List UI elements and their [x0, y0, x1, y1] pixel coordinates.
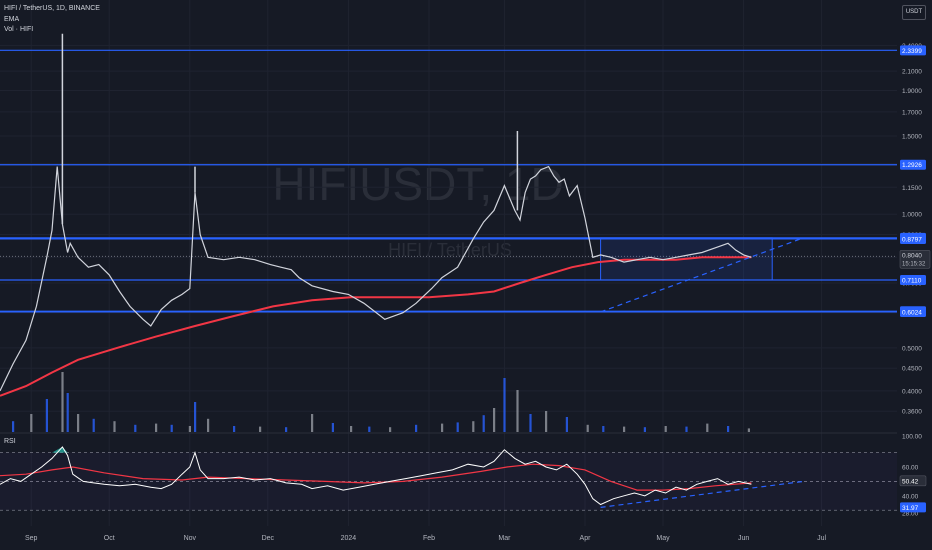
volume-bar: [170, 424, 173, 432]
volume-bar: [747, 428, 750, 432]
main-pane[interactable]: HIFIUSDT, 1D HIFI / TetherUS: [0, 0, 897, 526]
time-axis[interactable]: Sep Oct Nov Dec 2024 Feb Mar Apr May Jun Jul: [25, 535, 827, 542]
volume-bar: [602, 426, 605, 432]
time-tick-label: Nov: [184, 535, 197, 542]
price-series: [0, 33, 752, 392]
rsi-tick-label: 60.00: [902, 465, 919, 472]
volume-bar: [623, 426, 626, 432]
symbol-line[interactable]: HIFI / TetherUS, 1D, BINANCE: [4, 5, 100, 12]
volume-bar: [12, 421, 15, 432]
time-tick-label: Oct: [104, 535, 115, 542]
volume-bar: [706, 423, 709, 432]
level-price-tag-text: 2.3399: [902, 48, 922, 55]
level-price-tag-text: 0.6024: [902, 309, 922, 316]
volume-bar: [61, 372, 64, 432]
price-tick-label: 1.0000: [902, 212, 922, 219]
volume-bar: [472, 421, 475, 432]
watermark: HIFIUSDT, 1D HIFI / TetherUS: [272, 158, 563, 260]
volume-bar: [155, 423, 158, 432]
volume-bar: [456, 422, 459, 432]
rsi-levels: [0, 452, 897, 511]
volume-bar: [92, 418, 95, 432]
level-price-tag-text: 0.8797: [902, 236, 922, 243]
volume-bar: [516, 390, 519, 432]
volume-bar: [441, 423, 444, 432]
time-tick-label: 2024: [341, 535, 357, 542]
rsi-low-text: 31.97: [902, 505, 919, 512]
volume-bar: [529, 414, 532, 432]
price-tick-label: 0.4500: [902, 366, 922, 373]
rsi-overbought-fill: [52, 446, 68, 453]
volume-bar: [685, 426, 688, 432]
price-tick-label: 1.5000: [902, 134, 922, 141]
level-price-tag-text: 1.2926: [902, 162, 922, 169]
level-price-tag-text: 0.7110: [902, 278, 922, 285]
volume-bar: [134, 424, 137, 432]
volume-bar: [389, 427, 392, 432]
rsi-current-text: 50.42: [902, 478, 919, 485]
rsi-tick-label: 40.00: [902, 493, 919, 500]
time-tick-label: Jun: [738, 535, 749, 542]
rsi-tick-label: 100.00: [902, 434, 922, 441]
volume-series: [12, 372, 750, 432]
volume-bar: [664, 426, 667, 432]
watermark-ticker: HIFIUSDT, 1D: [272, 158, 563, 210]
volume-bar: [194, 402, 197, 432]
volume-bar: [207, 418, 210, 432]
price-tick-label: 0.5000: [902, 345, 922, 352]
volume-bar: [350, 426, 353, 432]
price-tick-label: 0.3600: [902, 409, 922, 416]
time-tick-label: Jul: [817, 535, 826, 542]
chart-stage[interactable]: HIFIUSDT, 1D HIFI / TetherUS 2.40002.100…: [0, 0, 932, 550]
volume-bar: [188, 426, 191, 432]
volume-bar: [285, 427, 288, 432]
time-tick-label: Mar: [498, 535, 511, 542]
price-tick-label: 1.7000: [902, 109, 922, 116]
volume-bar: [643, 427, 646, 432]
time-tick-label: May: [656, 535, 670, 542]
volume-bar: [45, 399, 48, 432]
volume-bar: [113, 421, 116, 432]
volume-bar: [311, 414, 314, 432]
volume-bar: [77, 414, 80, 432]
rsi-pane[interactable]: [0, 446, 897, 511]
volume-indicator-label[interactable]: Vol · HIFI: [4, 26, 33, 33]
price-tick-label: 2.1000: [902, 69, 922, 76]
volume-bar: [503, 378, 506, 432]
volume-bar: [233, 426, 236, 432]
time-tick-label: Dec: [262, 535, 275, 542]
currency-button[interactable]: USDT: [902, 5, 926, 20]
ema-indicator-label[interactable]: EMA: [4, 16, 19, 23]
time-tick-label: Apr: [580, 535, 592, 542]
price-tick-label: 0.4000: [902, 388, 922, 395]
volume-bar: [727, 426, 730, 432]
time-tick-label: Feb: [423, 535, 435, 542]
price-tick-label: 1.1500: [902, 185, 922, 192]
time-tick-label: Sep: [25, 535, 38, 542]
rsi-indicator-label[interactable]: RSI: [4, 438, 16, 445]
price-tick-label: 1.9000: [902, 88, 922, 95]
countdown-text: 15:15:32: [902, 261, 926, 267]
volume-bar: [66, 393, 69, 432]
volume-bar: [331, 423, 334, 432]
rsi-band: [0, 452, 897, 511]
volume-bar: [493, 408, 496, 432]
volume-bar: [259, 426, 262, 432]
volume-bar: [545, 411, 548, 432]
volume-bar: [368, 426, 371, 432]
volume-bar: [586, 424, 589, 432]
current-price-text: 0.8040: [902, 252, 922, 259]
volume-bar: [415, 424, 418, 432]
volume-bar: [565, 417, 568, 432]
volume-bar: [30, 414, 33, 432]
volume-bar: [482, 415, 485, 432]
